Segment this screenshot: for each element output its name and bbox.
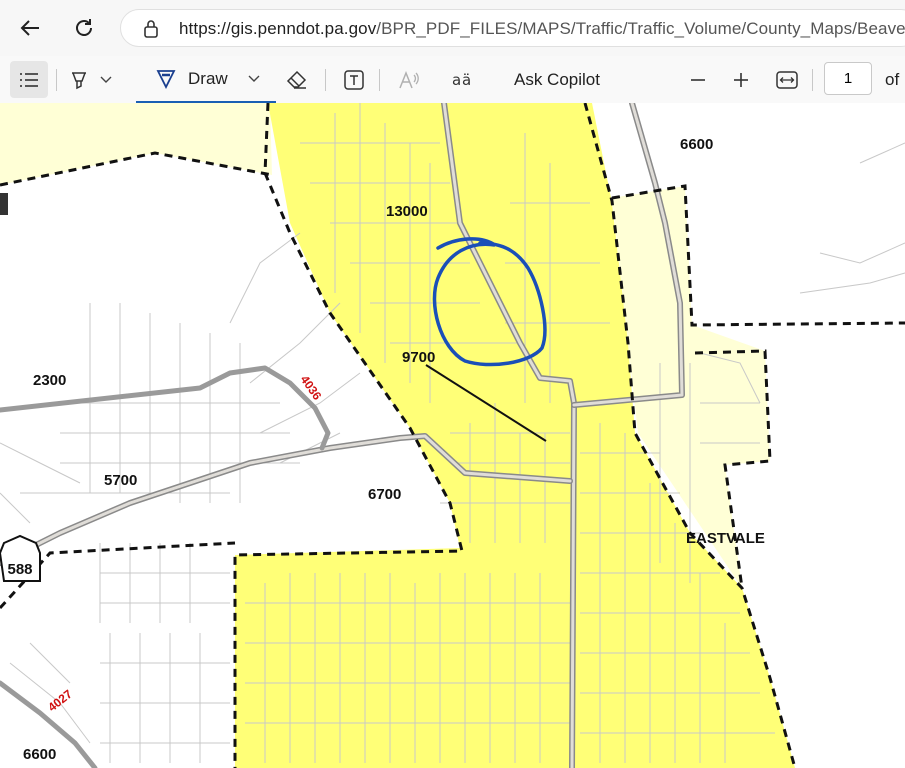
- url-path: /BPR_PDF_FILES/MAPS/Traffic/Traffic_Volu…: [376, 19, 905, 38]
- zoom-in-button[interactable]: [733, 56, 753, 103]
- fit-width-button[interactable]: [776, 56, 800, 103]
- svg-text:a: a: [452, 71, 461, 89]
- minus-icon: [691, 78, 705, 81]
- volume-label-6600-top: 6600: [680, 136, 713, 153]
- toolbar-divider: [379, 69, 380, 91]
- eraser-button[interactable]: [286, 56, 310, 103]
- refresh-icon: [76, 19, 92, 36]
- ask-copilot-button[interactable]: Ask Copilot: [514, 56, 600, 103]
- page-of-label: of: [885, 69, 900, 89]
- route-588-label: 588: [7, 561, 32, 578]
- page-number-input[interactable]: 1: [824, 62, 872, 95]
- route-shield-588: 588: [0, 534, 41, 582]
- back-button[interactable]: [10, 8, 50, 48]
- volume-label-5700: 5700: [104, 472, 137, 489]
- volume-label-9700: 9700: [402, 349, 435, 366]
- refresh-button[interactable]: [64, 8, 104, 48]
- volume-label-13000: 13000: [386, 203, 428, 220]
- read-aloud-button[interactable]: [398, 56, 422, 103]
- highlight-button[interactable]: [68, 56, 124, 103]
- volume-label-6600-bottom: 6600: [23, 746, 56, 763]
- draw-button[interactable]: Draw: [136, 56, 276, 103]
- chevron-down-icon: [100, 76, 112, 83]
- toolbar-divider: [812, 69, 813, 91]
- chevron-down-icon: [248, 75, 260, 82]
- highlighter-icon: [72, 71, 86, 89]
- text-button[interactable]: [344, 56, 366, 103]
- pen-icon: [156, 69, 176, 89]
- url-host: https://gis.penndot.pa.gov: [179, 19, 377, 38]
- translate-icon: aä: [452, 71, 471, 89]
- text-box-icon: [344, 69, 364, 90]
- fit-width-icon: [776, 70, 798, 89]
- list-icon: [20, 72, 38, 87]
- place-label-eastvale: EASTVALE: [686, 530, 765, 547]
- contents-button[interactable]: [10, 61, 48, 98]
- svg-text:ä: ä: [462, 71, 471, 89]
- url-text: https://gis.penndot.pa.gov/BPR_PDF_FILES…: [179, 19, 905, 39]
- volume-label-2300: 2300: [33, 372, 66, 389]
- eraser-icon: [286, 70, 307, 89]
- toolbar-divider: [56, 69, 57, 91]
- back-arrow-icon: [20, 20, 39, 36]
- pdf-toolbar: Draw aä Ask Copilot: [0, 56, 905, 104]
- volume-label-6700: 6700: [368, 486, 401, 503]
- browser-address-bar: https://gis.penndot.pa.gov/BPR_PDF_FILES…: [0, 0, 905, 56]
- url-field[interactable]: https://gis.penndot.pa.gov/BPR_PDF_FILES…: [120, 9, 905, 47]
- lock-icon: [144, 20, 158, 38]
- draw-label: Draw: [188, 68, 228, 88]
- pdf-map-canvas[interactable]: 588 13000 9700 6600 2300 5700 6700 6600 …: [0, 103, 905, 768]
- read-aloud-icon: [399, 70, 419, 88]
- toolbar-divider: [325, 69, 326, 91]
- plus-icon: [734, 72, 748, 87]
- zoom-out-button[interactable]: [690, 56, 710, 103]
- map-edge-marker: [0, 193, 8, 215]
- ask-copilot-label: Ask Copilot: [514, 69, 600, 89]
- translate-button[interactable]: aä: [452, 56, 478, 103]
